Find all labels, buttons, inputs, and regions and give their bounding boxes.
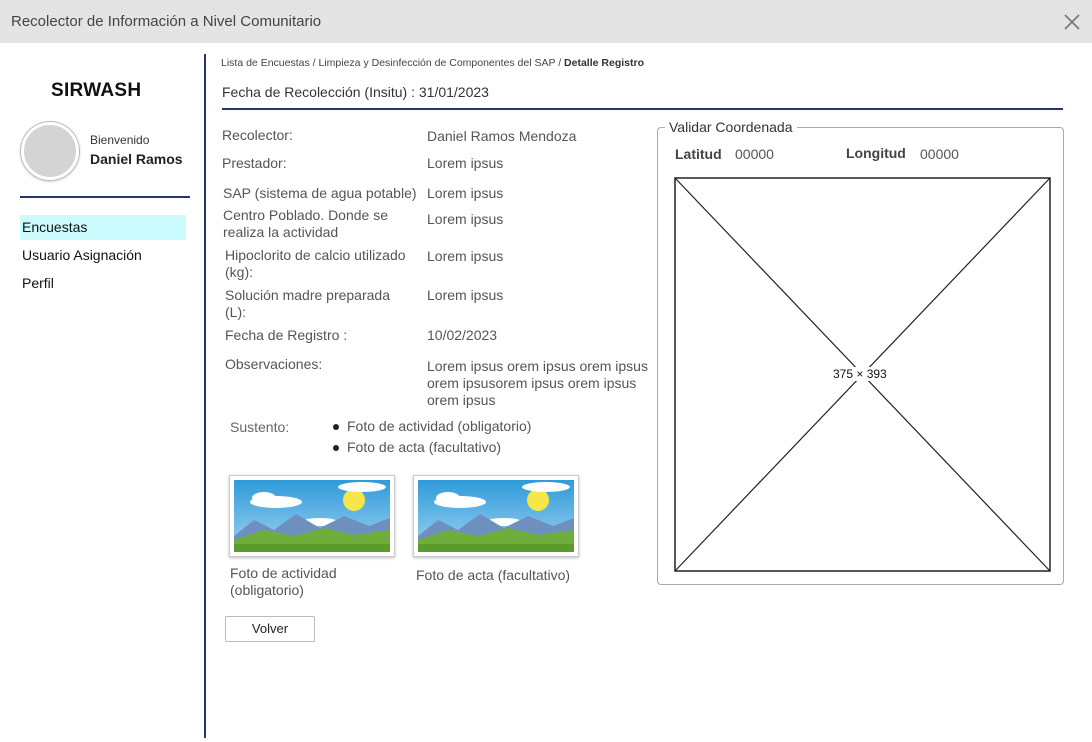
close-icon[interactable] [1063, 13, 1081, 31]
fecha-registro-value: 10/02/2023 [427, 327, 498, 343]
user-name: Daniel Ramos [90, 151, 183, 167]
prestador-label: Prestador: [222, 155, 287, 171]
volver-button[interactable]: Volver [225, 616, 315, 642]
sap-label: SAP (sistema de agua potable) [223, 185, 417, 201]
breadcrumb-current: Detalle Registro [564, 57, 644, 69]
recolector-label: Recolector: [222, 127, 293, 143]
solucion-madre-label-line2: (L): [225, 304, 246, 320]
observaciones-label: Observaciones: [225, 356, 323, 372]
sidebar-item-encuestas[interactable]: Encuestas [20, 215, 186, 240]
breadcrumb-separator: / [558, 57, 562, 69]
window-title: Recolector de Información a Nivel Comuni… [11, 13, 322, 30]
map-placeholder-size-label: 375 × 393 [831, 367, 889, 381]
recolector-value: Daniel Ramos Mendoza [427, 128, 577, 144]
latitude-value: 00000 [735, 146, 774, 162]
sidebar-divider [20, 196, 190, 198]
sustento-item-acta: Foto de acta (facultativo) [333, 439, 531, 460]
photo-actividad-caption: Foto de actividad (obligatorio) [230, 565, 337, 599]
landscape-image-icon [234, 480, 390, 552]
welcome-text: Bienvenido [90, 133, 150, 147]
hipoclorito-label: Hipoclorito de calcio utilizado (kg): [225, 247, 406, 281]
sustento-list: Foto de actividad (obligatorio) Foto de … [333, 418, 531, 460]
sidebar-border [204, 54, 206, 738]
sap-value: Lorem ipsus [427, 185, 504, 201]
title-divider [222, 108, 1063, 110]
breadcrumb-separator: / [312, 57, 316, 69]
breadcrumb-item-lista-encuestas[interactable]: Lista de Encuestas [221, 57, 310, 69]
longitude-label: Longitud [846, 145, 906, 161]
avatar[interactable] [21, 122, 79, 180]
solucion-madre-value: Lorem ipsus [427, 287, 504, 303]
photo-actividad-thumbnail[interactable] [229, 475, 395, 557]
landscape-image-icon [418, 480, 574, 552]
latitude-label: Latitud [675, 146, 722, 162]
sustento-item-actividad: Foto de actividad (obligatorio) [333, 418, 531, 439]
hipoclorito-label-line2: (kg): [225, 264, 253, 280]
breadcrumb-item-limpieza[interactable]: Limpieza y Desinfección de Componentes d… [319, 57, 556, 69]
prestador-value: Lorem ipsus [427, 155, 504, 171]
photo-acta-thumbnail[interactable] [413, 475, 579, 557]
centro-poblado-label: Centro Poblado. Donde se realiza la acti… [223, 207, 388, 241]
sidebar: SIRWASH Bienvenido Daniel Ramos Encuesta… [0, 43, 204, 742]
window-titlebar: Recolector de Información a Nivel Comuni… [0, 0, 1092, 43]
centro-poblado-value: Lorem ipsus [427, 211, 504, 227]
sustento-label: Sustento: [230, 419, 290, 435]
longitude-value: 00000 [920, 146, 959, 162]
sidebar-item-perfil[interactable]: Perfil [20, 271, 186, 296]
coordinate-legend: Validar Coordenada [665, 119, 797, 135]
sidebar-nav: Encuestas Usuario Asignación Perfil [20, 215, 186, 299]
sidebar-item-usuario-asignacion[interactable]: Usuario Asignación [20, 243, 186, 268]
hipoclorito-label-line1: Hipoclorito de calcio utilizado [225, 247, 406, 263]
solucion-madre-label-line1: Solución madre preparada [225, 287, 390, 303]
hipoclorito-value: Lorem ipsus [427, 248, 504, 264]
page-title: Fecha de Recolección (Insitu) : 31/01/20… [222, 84, 489, 100]
centro-poblado-label-line1: Centro Poblado. Donde se [223, 207, 388, 223]
observaciones-line2: orem ipsusorem ipsus orem ipsus [427, 375, 637, 391]
centro-poblado-label-line2: realiza la actividad [223, 224, 339, 240]
breadcrumb: Lista de Encuestas / Limpieza y Desinfec… [221, 57, 644, 69]
brand-logo-text: SIRWASH [51, 80, 142, 101]
observaciones-line3: orem ipsus [427, 392, 496, 408]
fecha-registro-label: Fecha de Registro : [225, 327, 348, 343]
solucion-madre-label: Solución madre preparada (L): [225, 287, 390, 321]
photo-acta-caption: Foto de acta (facultativo) [416, 567, 570, 584]
photo-actividad-caption-line1: Foto de actividad [230, 565, 337, 581]
observaciones-line1: Lorem ipsus orem ipsus orem ipsus [427, 358, 648, 374]
photo-acta-caption-line1: Foto de acta (facultativo) [416, 567, 571, 583]
observaciones-value: Lorem ipsus orem ipsus orem ipsus orem i… [427, 358, 648, 409]
photo-actividad-caption-line2: (obligatorio) [230, 582, 304, 598]
